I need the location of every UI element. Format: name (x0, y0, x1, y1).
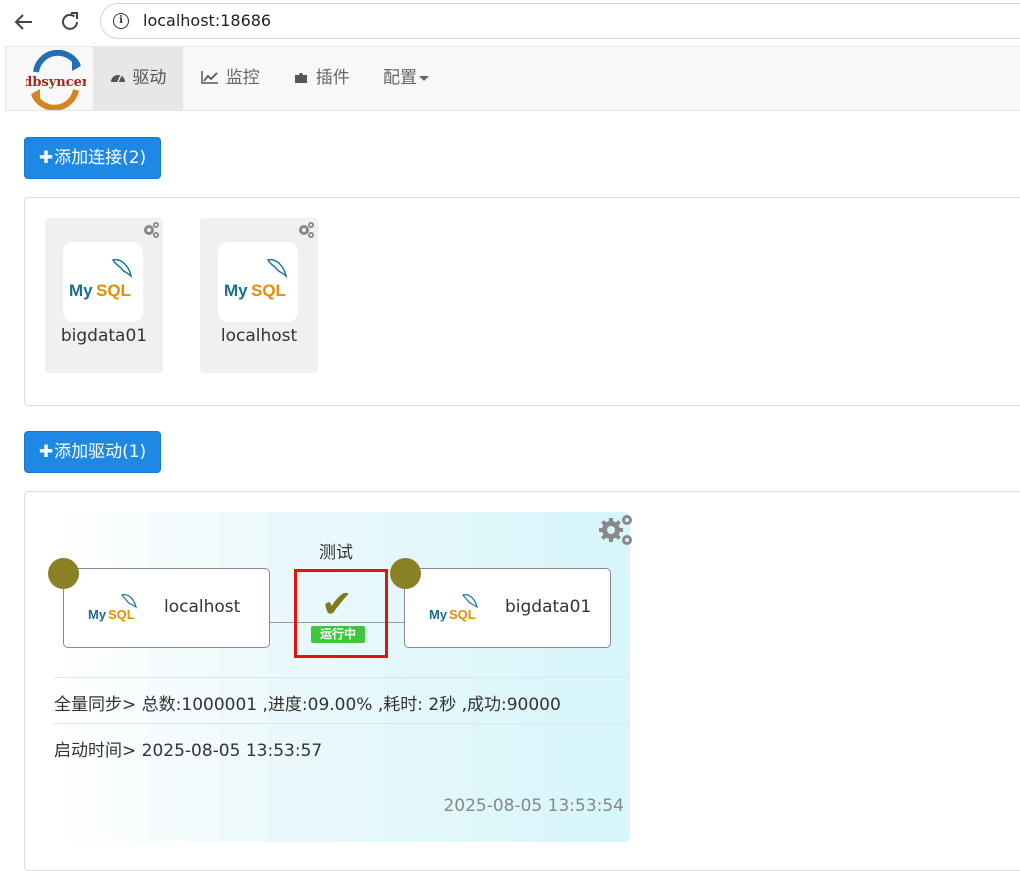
gears-icon[interactable] (141, 220, 161, 240)
add-driver-label: 添加驱动(1) (54, 442, 147, 462)
updated-time: 2025-08-05 13:53:54 (443, 796, 624, 816)
line-chart-icon (201, 69, 224, 87)
svg-text:SQL: SQL (449, 607, 476, 622)
connection-name: localhost (220, 326, 298, 346)
target-node[interactable]: My SQL bigdata01 (404, 568, 611, 648)
status-badge: 运行中 (311, 626, 365, 643)
caret-down-icon (419, 75, 429, 81)
connections-panel: My SQL bigdata01 My SQL localhost (24, 197, 1020, 406)
nav-item-plugin[interactable]: 插件 (293, 47, 350, 110)
source-name: localhost (164, 597, 241, 617)
nav-item-plugin-label: 插件 (315, 68, 350, 88)
mysql-logo: My SQL (63, 242, 143, 322)
mysql-logo: My SQL (86, 589, 146, 627)
nav-item-config[interactable]: 配置 (383, 47, 429, 110)
add-connection-label: 添加连接(2) (54, 148, 147, 168)
divider (54, 677, 630, 678)
svg-text:My: My (429, 607, 448, 622)
browser-toolbar: i localhost:18686 (0, 0, 1020, 44)
svg-text:My: My (69, 281, 93, 300)
reload-icon[interactable] (56, 8, 84, 36)
app-navbar: dbsyncer 驱动 监控 插件 配置 (5, 46, 1020, 111)
address-bar[interactable]: i localhost:18686 (100, 3, 1020, 39)
svg-text:dbsyncer: dbsyncer (26, 75, 86, 90)
svg-text:My: My (224, 281, 248, 300)
target-name: bigdata01 (505, 597, 592, 617)
dbsyncer-logo[interactable]: dbsyncer (23, 49, 89, 111)
add-connection-button[interactable]: ✚添加连接(2) (24, 137, 161, 179)
add-driver-button[interactable]: ✚添加驱动(1) (24, 431, 161, 473)
full-sync-stats: 全量同步> 总数:1000001 ,进度:09.00% ,耗时: 2秒 ,成功:… (54, 695, 561, 715)
start-time: 启动时间> 2025-08-05 13:53:57 (54, 741, 323, 761)
svg-text:SQL: SQL (251, 281, 286, 300)
gears-icon[interactable] (596, 512, 636, 548)
plus-icon: ✚ (38, 442, 54, 462)
nav-item-config-label: 配置 (383, 68, 417, 88)
nav-item-monitor[interactable]: 监控 (201, 47, 260, 110)
puzzle-icon (293, 69, 314, 87)
arrow-left-icon[interactable] (10, 8, 38, 36)
target-endpoint-dot[interactable] (390, 558, 421, 589)
status-indicator[interactable]: ✔ 运行中 (294, 569, 388, 658)
drivers-panel: 测试 My SQL localhost My SQL bigdata01 ✔ 运… (24, 491, 1020, 871)
plus-icon: ✚ (38, 148, 54, 168)
source-endpoint-dot[interactable] (48, 558, 79, 589)
dashboard-icon (110, 69, 131, 87)
svg-text:SQL: SQL (108, 607, 135, 622)
source-node[interactable]: My SQL localhost (63, 568, 270, 648)
url-text[interactable]: localhost:18686 (143, 11, 271, 30)
mysql-logo: My SQL (218, 242, 298, 322)
info-icon[interactable]: i (113, 13, 129, 29)
check-icon: ✔ (321, 582, 353, 626)
mysql-logo: My SQL (427, 589, 487, 627)
svg-text:My: My (88, 607, 107, 622)
driver-title: 测试 (319, 543, 353, 563)
driver-card[interactable]: 测试 My SQL localhost My SQL bigdata01 ✔ 运… (48, 512, 632, 842)
connection-card-bigdata01[interactable]: My SQL bigdata01 (45, 218, 163, 373)
nav-item-monitor-label: 监控 (225, 68, 260, 88)
nav-item-drive-label: 驱动 (132, 68, 167, 88)
divider (54, 723, 630, 724)
connection-name: bigdata01 (60, 326, 148, 346)
connection-card-localhost[interactable]: My SQL localhost (200, 218, 318, 373)
gears-icon[interactable] (296, 220, 316, 240)
svg-text:SQL: SQL (96, 281, 131, 300)
nav-item-drive[interactable]: 驱动 (93, 47, 183, 110)
